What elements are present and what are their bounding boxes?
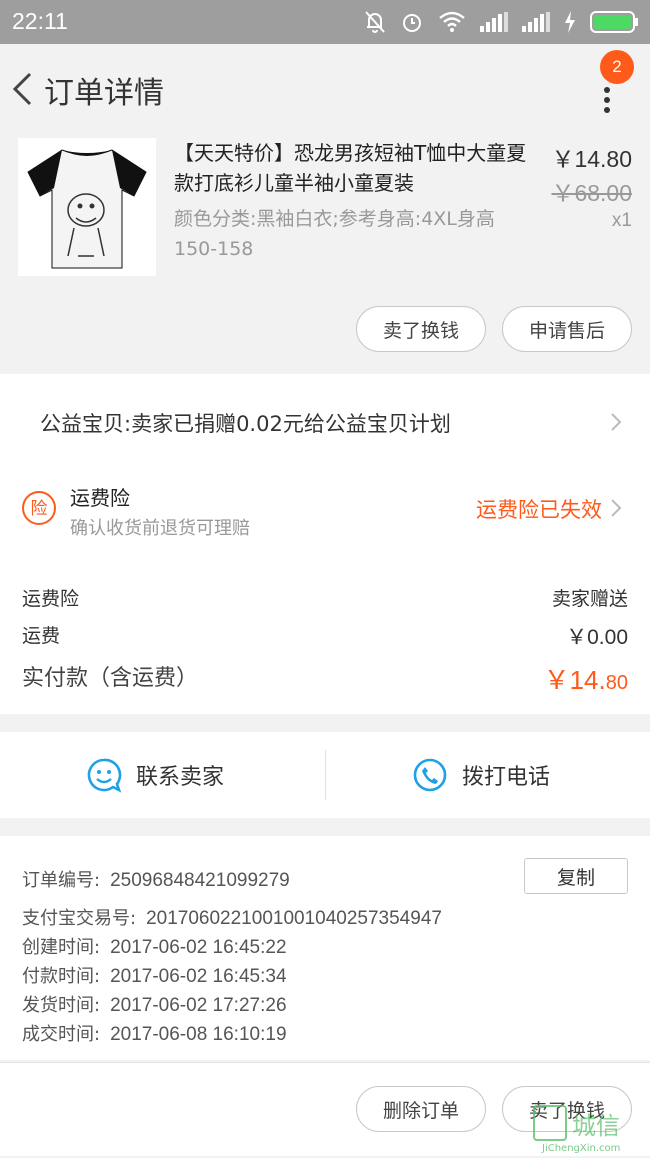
product-original-price: ￥68.00: [551, 180, 632, 206]
info-label: 支付宝交易号:: [22, 908, 137, 929]
mute-bell-icon: [365, 11, 385, 33]
watermark-logo: 城信 JiChengXin.com: [532, 1104, 648, 1154]
total-value-cents: 80: [605, 672, 628, 694]
charity-text[interactable]: 公益宝贝:卖家已捐赠0.02元给公益宝贝计划: [40, 408, 451, 438]
insurance-status[interactable]: 运费险已失效: [476, 494, 602, 524]
status-bar: 22:11: [0, 0, 650, 44]
insurance-title: 运费险: [70, 486, 130, 510]
status-time: 22:11: [12, 8, 68, 34]
fee-label-insurance: 运费险: [22, 588, 80, 610]
svg-text:城信: 城信: [572, 1112, 620, 1140]
after-sale-button[interactable]: 申请售后: [502, 306, 632, 352]
call-phone-button[interactable]: 拨打电话: [412, 757, 550, 793]
copy-button[interactable]: 复制: [524, 858, 628, 894]
alarm-icon: [403, 14, 421, 32]
product-title[interactable]: 【天天特价】恐龙男孩短袖T恤中大童夏款打底衫儿童半袖小童夏装: [174, 138, 534, 198]
watermark-graphic: 城信 JiChengXin.com: [533, 1105, 620, 1154]
fee-label-shipping: 运费: [22, 625, 61, 647]
signal-icon-2: [522, 12, 550, 32]
chevron-right-icon[interactable]: [610, 498, 622, 518]
phone-icon: [413, 758, 447, 792]
signal-icon-1: [480, 12, 508, 32]
product-section[interactable]: 【天天特价】恐龙男孩短袖T恤中大童夏款打底衫儿童半袖小童夏装 颜色分类:黑袖白衣…: [0, 132, 650, 374]
product-price: ￥14.80: [551, 146, 632, 172]
info-row-completed: 成交时间: 2017-06-08 16:10:19: [22, 1020, 287, 1046]
product-thumbnail[interactable]: [18, 138, 156, 276]
total-label: 实付款（含运费）: [22, 666, 199, 691]
contact-divider: [325, 750, 326, 800]
total-value: ￥14.80: [544, 660, 628, 697]
order-number-row: 订单编号: 25096848421099279: [22, 866, 290, 892]
contact-seller-button[interactable]: 联系卖家: [86, 757, 224, 793]
info-label: 创建时间:: [22, 937, 101, 958]
status-icons: [364, 8, 638, 36]
info-row-paid: 付款时间: 2017-06-02 16:45:34: [22, 962, 287, 988]
info-value: 2017-06-08 16:10:19: [110, 1024, 287, 1045]
fee-value-insurance: 卖家赠送: [551, 589, 628, 610]
info-row-shipped: 发货时间: 2017-06-02 17:27:26: [22, 991, 287, 1017]
delete-order-button[interactable]: 删除订单: [356, 1086, 486, 1132]
wifi-icon: [439, 11, 465, 32]
product-sku: 颜色分类:黑袖白衣;参考身高:4XL身高150-158: [174, 208, 495, 260]
fee-value-shipping: ￥0.00: [566, 626, 628, 649]
sell-button[interactable]: 卖了换钱: [356, 306, 486, 352]
info-value: 2017-06-02 16:45:22: [110, 937, 287, 958]
order-number-value: 25096848421099279: [110, 870, 290, 891]
info-row-alipay: 支付宝交易号: 2017060221001001040257354947: [22, 904, 442, 930]
total-value-main: ￥14.: [543, 665, 606, 695]
info-label: 付款时间:: [22, 966, 101, 987]
charging-icon: [565, 11, 575, 33]
back-arrow-icon[interactable]: [10, 70, 34, 108]
svg-text:JiChengXin.com: JiChengXin.com: [541, 1143, 620, 1154]
battery-icon: [590, 11, 638, 33]
notification-badge: 2: [600, 50, 634, 84]
info-label: 发货时间:: [22, 995, 101, 1016]
info-label: 成交时间:: [22, 1024, 101, 1045]
contact-seller-label: 联系卖家: [136, 765, 225, 790]
chevron-right-icon[interactable]: [610, 412, 622, 432]
insurance-icon: 险: [22, 491, 56, 525]
product-quantity: x1: [611, 210, 632, 231]
info-value: 2017-06-02 17:27:26: [110, 995, 287, 1016]
info-value: 2017060221001001040257354947: [146, 908, 442, 929]
info-value: 2017-06-02 16:45:34: [110, 966, 287, 987]
call-phone-label: 拨打电话: [462, 765, 551, 790]
order-number-label: 订单编号:: [22, 870, 101, 891]
app-header: 订单详情: [0, 44, 650, 132]
chat-smile-icon: [87, 758, 122, 793]
page-title: 订单详情: [44, 76, 164, 111]
info-row-created: 创建时间: 2017-06-02 16:45:22: [22, 933, 287, 959]
insurance-subtitle: 确认收货前退货可理赔: [70, 518, 250, 539]
